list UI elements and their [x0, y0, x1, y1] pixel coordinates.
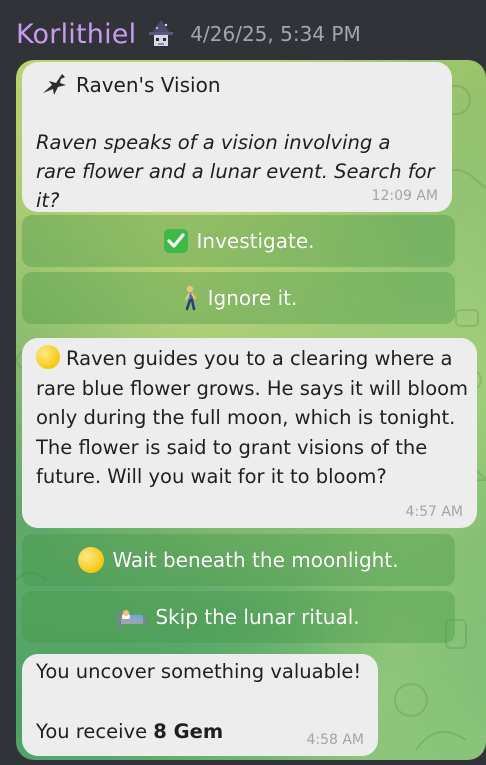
- reward-line: You receive 8 Gem: [36, 720, 223, 743]
- message-bubble: You uncover something valuable! You rece…: [22, 654, 378, 756]
- skip-ritual-button-label: Skip the lunar ritual.: [155, 605, 360, 629]
- full-moon-icon: [78, 547, 105, 573]
- skip-ritual-button[interactable]: Skip the lunar ritual.: [22, 591, 455, 643]
- message-timestamp: 4/26/25, 5:34 PM: [190, 22, 361, 46]
- bed-icon: [117, 605, 147, 629]
- wizard-avatar-icon: [146, 19, 176, 49]
- ignore-button-label: Ignore it.: [207, 286, 298, 310]
- raven-icon: [40, 71, 68, 99]
- message-bubble: Raven's Vision Raven speaks of a vision …: [22, 62, 452, 212]
- wait-moonlight-button-label: Wait beneath the moonlight.: [112, 548, 399, 572]
- reward-heading: You uncover something valuable!: [36, 660, 362, 683]
- message-title-text: Raven's Vision: [76, 73, 221, 97]
- wait-moonlight-button[interactable]: Wait beneath the moonlight.: [22, 534, 455, 586]
- message-time: 12:09 AM: [371, 188, 438, 204]
- ignore-button[interactable]: Ignore it.: [22, 272, 455, 324]
- investigate-button[interactable]: Investigate.: [22, 215, 455, 267]
- full-moon-icon: [36, 345, 60, 369]
- message-time: 4:58 AM: [306, 732, 364, 748]
- message-time: 4:57 AM: [405, 504, 463, 520]
- message-bubble: Raven guides you to a clearing where a r…: [22, 338, 477, 528]
- message-header: Korlithiel 4/26/25, 5:34 PM: [16, 14, 361, 54]
- message-title: Raven's Vision: [40, 71, 221, 99]
- reward-prefix: You receive: [36, 720, 148, 743]
- investigate-button-label: Investigate.: [196, 229, 315, 253]
- check-mark-icon: [163, 228, 189, 254]
- message-body: Raven guides you to a clearing where a r…: [36, 344, 470, 492]
- telegram-screenshot: Raven's Vision Raven speaks of a vision …: [16, 60, 486, 760]
- username[interactable]: Korlithiel: [16, 19, 136, 50]
- message-body-text: Raven guides you to a clearing where a r…: [36, 347, 469, 488]
- walking-person-icon: [180, 285, 200, 311]
- reward-amount: 8 Gem: [153, 720, 224, 743]
